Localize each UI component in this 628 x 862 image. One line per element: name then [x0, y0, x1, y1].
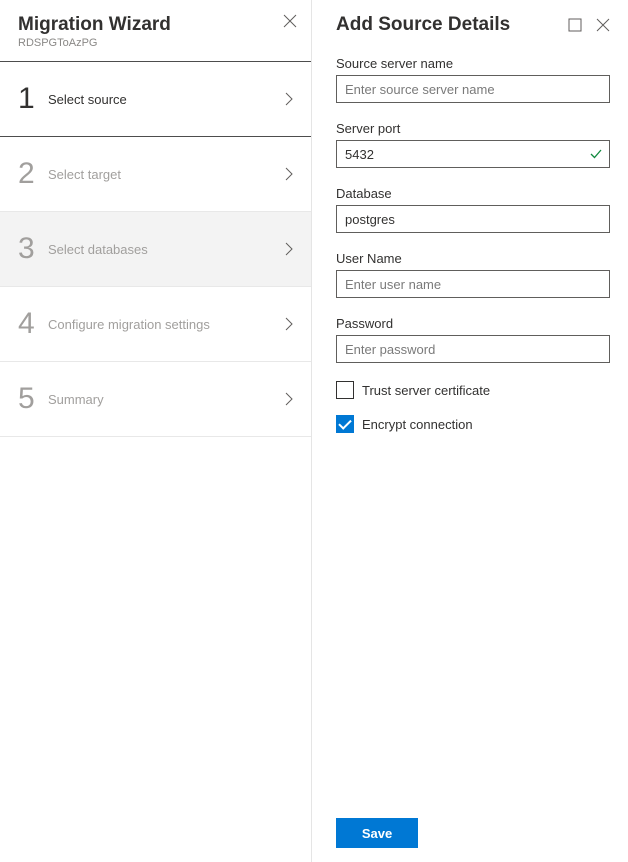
- step-label: Select databases: [48, 242, 285, 257]
- chevron-right-icon: [285, 167, 293, 181]
- server-port-group: Server port: [336, 121, 610, 168]
- details-footer: Save: [336, 818, 610, 848]
- details-panel: Add Source Details Source server name Se…: [312, 0, 628, 862]
- wizard-panel: Migration Wizard RDSPGToAzPG 1Select sou…: [0, 0, 312, 862]
- user-name-label: User Name: [336, 251, 610, 266]
- wizard-step-5[interactable]: 5Summary: [0, 362, 311, 437]
- details-title: Add Source Details: [336, 14, 568, 36]
- wizard-title: Migration Wizard: [18, 14, 293, 36]
- password-input[interactable]: [336, 335, 610, 363]
- step-number: 5: [18, 384, 48, 414]
- user-name-group: User Name: [336, 251, 610, 298]
- database-group: Database: [336, 186, 610, 233]
- wizard-step-2[interactable]: 2Select target: [0, 137, 311, 212]
- chevron-right-icon: [285, 392, 293, 406]
- wizard-header: Migration Wizard RDSPGToAzPG: [0, 0, 311, 61]
- trust-cert-checkbox[interactable]: [336, 381, 354, 399]
- source-server-input[interactable]: [336, 75, 610, 103]
- password-label: Password: [336, 316, 610, 331]
- user-name-input[interactable]: [336, 270, 610, 298]
- encrypt-label: Encrypt connection: [362, 417, 473, 432]
- wizard-subtitle: RDSPGToAzPG: [18, 37, 293, 49]
- step-label: Configure migration settings: [48, 317, 285, 332]
- step-label: Summary: [48, 392, 285, 407]
- server-port-label: Server port: [336, 121, 610, 136]
- details-header: Add Source Details: [336, 14, 610, 36]
- wizard-step-1[interactable]: 1Select source: [0, 61, 311, 137]
- encrypt-checkbox[interactable]: [336, 415, 354, 433]
- restore-icon[interactable]: [568, 18, 582, 32]
- save-button[interactable]: Save: [336, 818, 418, 848]
- chevron-right-icon: [285, 92, 293, 106]
- wizard-step-4[interactable]: 4Configure migration settings: [0, 287, 311, 362]
- close-icon[interactable]: [283, 14, 297, 28]
- server-port-input[interactable]: [336, 140, 610, 168]
- password-group: Password: [336, 316, 610, 363]
- database-label: Database: [336, 186, 610, 201]
- step-number: 4: [18, 309, 48, 339]
- wizard-steps: 1Select source2Select target3Select data…: [0, 61, 311, 437]
- encrypt-checkbox-row[interactable]: Encrypt connection: [336, 415, 610, 433]
- step-number: 3: [18, 234, 48, 264]
- wizard-step-3[interactable]: 3Select databases: [0, 212, 311, 287]
- step-label: Select target: [48, 167, 285, 182]
- chevron-right-icon: [285, 242, 293, 256]
- details-header-actions: [568, 18, 610, 32]
- step-number: 2: [18, 159, 48, 189]
- database-input[interactable]: [336, 205, 610, 233]
- trust-cert-label: Trust server certificate: [362, 383, 490, 398]
- source-server-label: Source server name: [336, 56, 610, 71]
- source-server-group: Source server name: [336, 56, 610, 103]
- step-number: 1: [18, 84, 48, 114]
- trust-cert-checkbox-row[interactable]: Trust server certificate: [336, 381, 610, 399]
- step-label: Select source: [48, 92, 285, 107]
- close-icon[interactable]: [596, 18, 610, 32]
- chevron-right-icon: [285, 317, 293, 331]
